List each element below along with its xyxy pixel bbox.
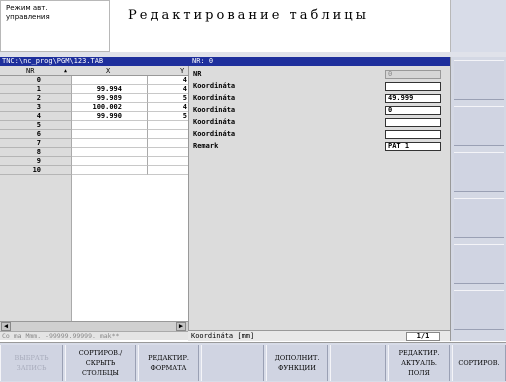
cell-x[interactable] bbox=[72, 76, 148, 85]
table-row[interactable]: 8 bbox=[0, 148, 188, 157]
vertical-softkey-2[interactable] bbox=[454, 106, 504, 146]
cell-x[interactable] bbox=[72, 130, 148, 139]
cell-y[interactable]: 4 bbox=[148, 85, 188, 94]
cell-y[interactable] bbox=[148, 130, 188, 139]
cell-nr[interactable]: 4 bbox=[0, 112, 72, 121]
table-header: NR ▲ X Y bbox=[0, 66, 188, 76]
softkey-3[interactable]: РЕДАКТИР. ФОРМАТА bbox=[138, 345, 199, 381]
table-row[interactable]: 6 bbox=[0, 130, 188, 139]
cell-y[interactable]: 4 bbox=[148, 76, 188, 85]
horizontal-scrollbar[interactable]: ◀ ▶ bbox=[0, 321, 188, 331]
softkey-4[interactable] bbox=[201, 345, 264, 381]
form-field-label: Koordináta bbox=[193, 94, 236, 102]
header-right-panel bbox=[450, 0, 506, 52]
cell-x[interactable] bbox=[72, 157, 148, 166]
vertical-softkey-6[interactable] bbox=[454, 290, 504, 330]
cell-y[interactable] bbox=[148, 139, 188, 148]
form-field-label: Koordináta bbox=[193, 106, 236, 114]
cell-y[interactable] bbox=[148, 157, 188, 166]
cell-nr[interactable]: 0 bbox=[0, 76, 72, 85]
scroll-left-icon[interactable]: ◀ bbox=[1, 322, 11, 331]
cell-y[interactable] bbox=[148, 121, 188, 130]
cell-y[interactable] bbox=[148, 166, 188, 175]
softkey-bar: ВЫБРАТЬ ЗАПИСЬ СОРТИРОВ./ СКРЫТЬ СТОЛБЦЫ Р… bbox=[0, 342, 506, 382]
softkey-8[interactable]: СОРТИРОВ. bbox=[452, 345, 506, 381]
cell-nr[interactable]: 9 bbox=[0, 157, 72, 166]
column-header-nr[interactable]: NR bbox=[26, 67, 34, 75]
nr-readonly-field: 0 bbox=[385, 70, 441, 79]
vertical-softkey-bar bbox=[450, 57, 506, 341]
table-row[interactable]: 2 99.989 5 bbox=[0, 94, 188, 103]
form-field-label: NR bbox=[193, 70, 202, 78]
sort-ascending-icon: ▲ bbox=[64, 68, 68, 74]
cell-x[interactable] bbox=[72, 148, 148, 157]
cell-x[interactable]: 99.989 bbox=[72, 94, 148, 103]
status-text: Koordináta [mm] bbox=[191, 332, 255, 340]
cell-y[interactable]: 5 bbox=[148, 94, 188, 103]
cell-y[interactable]: 4 bbox=[148, 103, 188, 112]
column-header-x[interactable]: X bbox=[106, 67, 110, 75]
table-row[interactable]: 3 100.002 4 bbox=[0, 103, 188, 112]
record-form: NR 0 Koordináta Koordináta 49.999 Koordináta 0… bbox=[188, 66, 450, 330]
form-field-label: Koordináta bbox=[193, 118, 236, 126]
cell-nr[interactable]: 6 bbox=[0, 130, 72, 139]
softkey-5[interactable]: ДОПОЛНИТ. ФУНКЦИИ bbox=[266, 345, 328, 381]
status-bar: Koordináta [mm] 1/1 bbox=[188, 330, 450, 341]
cell-nr[interactable]: 10 bbox=[0, 166, 72, 175]
form-field-label: Koordináta bbox=[193, 82, 236, 90]
table-row[interactable]: 04 bbox=[0, 76, 188, 85]
vertical-softkey-3[interactable] bbox=[454, 152, 504, 192]
softkey-6[interactable] bbox=[330, 345, 386, 381]
vertical-softkey-4[interactable] bbox=[454, 198, 504, 238]
form-field-input[interactable]: 49.999 bbox=[385, 94, 441, 103]
cell-nr[interactable]: 8 bbox=[0, 148, 72, 157]
page-title: Редактирование таблицы bbox=[128, 8, 369, 23]
cell-x[interactable] bbox=[72, 139, 148, 148]
nr-column-background bbox=[0, 166, 72, 321]
operating-mode-label: Режим авт. управления bbox=[6, 4, 50, 21]
cell-x[interactable]: 99.990 bbox=[72, 112, 148, 121]
table-row[interactable]: 10 bbox=[0, 166, 188, 175]
table-path-bar: TNC:\nc_prog\PGM\123.TAB bbox=[0, 57, 188, 66]
column-header-y[interactable]: Y bbox=[180, 67, 184, 75]
cell-y[interactable]: 5 bbox=[148, 112, 188, 121]
table-row[interactable]: 7 bbox=[0, 139, 188, 148]
form-header-bar: NR: 0 bbox=[188, 57, 450, 66]
cell-nr[interactable]: 2 bbox=[0, 94, 72, 103]
form-field-input[interactable]: 0 bbox=[385, 106, 441, 115]
page-indicator: 1/1 bbox=[406, 332, 440, 341]
scroll-right-icon[interactable]: ▶ bbox=[176, 322, 186, 331]
form-field-label: Koordináta bbox=[193, 130, 236, 138]
cell-x[interactable]: 99.994 bbox=[72, 85, 148, 94]
form-field-input[interactable] bbox=[385, 118, 441, 127]
operating-mode-box: Режим авт. управления bbox=[0, 0, 110, 52]
table-row[interactable]: 5 bbox=[0, 121, 188, 130]
softkey-1[interactable]: ВЫБРАТЬ ЗАПИСЬ bbox=[0, 345, 63, 381]
table-row[interactable]: 1 99.994 4 bbox=[0, 85, 188, 94]
cell-nr[interactable]: 5 bbox=[0, 121, 72, 130]
table-row[interactable]: 4 99.990 5 bbox=[0, 112, 188, 121]
form-field-input[interactable]: PAT 1 bbox=[385, 142, 441, 151]
softkey-7[interactable]: РЕДАКТИР. АКТУАЛЬ. ПОЛЯ bbox=[388, 345, 450, 381]
cell-nr[interactable]: 3 bbox=[0, 103, 72, 112]
softkey-2[interactable]: СОРТИРОВ./ СКРЫТЬ СТОЛБЦЫ bbox=[65, 345, 136, 381]
table-body: 0 4 1 99.994 4 2 99.989 5 3 100.002 4 4 99.990 5 5 6 7 8 9… bbox=[0, 76, 188, 175]
table-row[interactable]: 9 bbox=[0, 157, 188, 166]
cell-y[interactable] bbox=[148, 148, 188, 157]
vertical-softkey-5[interactable] bbox=[454, 244, 504, 284]
form-field-input[interactable] bbox=[385, 82, 441, 91]
cell-x[interactable] bbox=[72, 121, 148, 130]
input-limits-bar: Co ma Mmm. -99999.99999. mak** bbox=[0, 331, 188, 340]
form-field-label: Remark bbox=[193, 142, 219, 150]
form-field-input[interactable] bbox=[385, 130, 441, 139]
cell-nr[interactable]: 1 bbox=[0, 85, 72, 94]
cell-x[interactable] bbox=[72, 166, 148, 175]
vertical-softkey-1[interactable] bbox=[454, 60, 504, 100]
cell-nr[interactable]: 7 bbox=[0, 139, 72, 148]
cell-x[interactable]: 100.002 bbox=[72, 103, 148, 112]
